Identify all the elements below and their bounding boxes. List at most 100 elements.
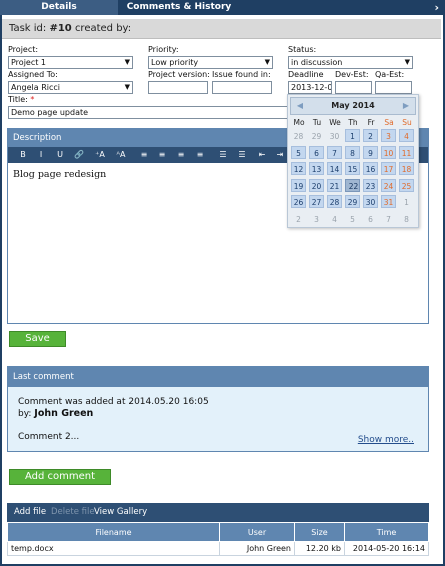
calendar-day[interactable]: 30: [363, 195, 378, 208]
column-header-time[interactable]: Time: [344, 522, 429, 542]
ordered-list-icon[interactable]: ☰: [217, 149, 229, 161]
indent-icon[interactable]: ⇥: [274, 149, 286, 161]
chevron-down-icon: ▼: [264, 58, 270, 66]
delete-file-button[interactable]: Delete file: [51, 503, 95, 522]
calendar-day[interactable]: 3: [309, 212, 324, 225]
calendar-day[interactable]: 10: [381, 145, 396, 159]
calendar-day[interactable]: 23: [363, 178, 378, 192]
calendar-day[interactable]: 5: [345, 212, 360, 225]
dev-est-label: Dev-Est:: [335, 70, 369, 79]
font-size-down-icon[interactable]: ᴬA: [115, 149, 127, 161]
calendar-day[interactable]: 4: [399, 129, 414, 142]
qa-est-field[interactable]: [375, 81, 412, 94]
weekday-label: Sa: [384, 118, 394, 127]
calendar-day[interactable]: 6: [309, 145, 324, 159]
justify-icon[interactable]: ≡: [194, 149, 206, 161]
calendar-day[interactable]: 22: [345, 178, 360, 192]
last-comment-header: Last comment: [8, 367, 428, 387]
title-field[interactable]: Demo page update: [8, 106, 288, 119]
calendar-day[interactable]: 21: [327, 178, 342, 192]
required-marker: *: [30, 95, 35, 104]
calendar-day[interactable]: 29: [309, 129, 324, 142]
comment-author-line: by: John Green: [18, 408, 94, 419]
column-header-filename[interactable]: Filename: [7, 522, 220, 542]
status-select[interactable]: in discussion ▼: [288, 56, 413, 69]
weekday-label: Fr: [367, 118, 375, 127]
calendar-day[interactable]: 5: [291, 145, 306, 159]
calendar-day[interactable]: 25: [399, 178, 414, 192]
tab-comments-history[interactable]: Comments & History: [118, 0, 240, 15]
files-toolbar: Add file Delete file View Gallery: [7, 503, 429, 522]
project-version-field[interactable]: [148, 81, 208, 94]
deadline-field[interactable]: 2013-12-05: [288, 81, 332, 94]
calendar-day[interactable]: 6: [363, 212, 378, 225]
tab-bar: Details Comments & History ›: [0, 0, 445, 15]
add-file-button[interactable]: Add file: [14, 503, 46, 522]
calendar-day[interactable]: 7: [381, 212, 396, 225]
save-button[interactable]: Save: [9, 331, 66, 347]
calendar-day[interactable]: 20: [309, 178, 324, 192]
column-header-user[interactable]: User: [219, 522, 295, 542]
calendar-day[interactable]: 1: [399, 195, 414, 208]
calendar-day[interactable]: 11: [399, 145, 414, 159]
weekday-label: Mo: [293, 118, 305, 127]
calendar-day[interactable]: 12: [291, 162, 306, 175]
calendar-day[interactable]: 30: [327, 129, 342, 142]
calendar-day[interactable]: 9: [363, 145, 378, 159]
calendar-day[interactable]: 27: [309, 195, 324, 208]
calendar-day[interactable]: 16: [363, 162, 378, 175]
calendar-day[interactable]: 19: [291, 178, 306, 192]
file-name-cell[interactable]: temp.docx: [7, 541, 220, 556]
calendar-day[interactable]: 14: [327, 162, 342, 175]
calendar-day[interactable]: 31: [381, 195, 396, 208]
chevron-right-icon[interactable]: ›: [434, 0, 439, 15]
add-comment-button[interactable]: Add comment: [9, 469, 111, 485]
calendar-day[interactable]: 4: [327, 212, 342, 225]
calendar-day[interactable]: 2: [363, 129, 378, 142]
file-time-cell: 2014-05-20 16:14: [344, 541, 429, 556]
title-label: Title: *: [8, 95, 35, 104]
calendar-day[interactable]: 13: [309, 162, 324, 175]
calendar-day[interactable]: 28: [291, 129, 306, 142]
calendar-day[interactable]: 7: [327, 145, 342, 159]
calendar-day[interactable]: 18: [399, 162, 414, 175]
unordered-list-icon[interactable]: ☰: [236, 149, 248, 161]
calendar-day[interactable]: 26: [291, 195, 306, 208]
status-label: Status:: [288, 45, 317, 54]
tab-details[interactable]: Details: [0, 0, 118, 15]
assigned-to-label: Assigned To:: [8, 70, 58, 79]
link-icon[interactable]: 🔗: [73, 149, 85, 161]
font-size-up-icon[interactable]: ⁺A: [94, 149, 106, 161]
issue-found-label: Issue found in:: [212, 70, 271, 79]
align-center-icon[interactable]: ≡: [156, 149, 168, 161]
project-select[interactable]: Project 1 ▼: [8, 56, 133, 69]
issue-found-field[interactable]: [212, 81, 272, 94]
align-right-icon[interactable]: ≡: [175, 149, 187, 161]
priority-select[interactable]: Low priority ▼: [148, 56, 273, 69]
prev-month-icon[interactable]: ◀: [293, 98, 307, 114]
column-header-size[interactable]: Size: [294, 522, 345, 542]
date-picker-title: May 2014: [331, 101, 375, 110]
assigned-to-select[interactable]: Angela Ricci ▼: [8, 81, 133, 94]
calendar-day[interactable]: 8: [345, 145, 360, 159]
calendar-day[interactable]: 24: [381, 178, 396, 192]
table-row[interactable]: temp.docx John Green 12.20 kb 2014-05-20…: [7, 541, 429, 556]
view-gallery-button[interactable]: View Gallery: [94, 503, 147, 522]
underline-icon[interactable]: U: [54, 149, 66, 161]
next-month-icon[interactable]: ▶: [399, 98, 413, 114]
bold-icon[interactable]: B: [17, 149, 29, 161]
calendar-day[interactable]: 8: [399, 212, 414, 225]
outdent-icon[interactable]: ⇤: [256, 149, 268, 161]
calendar-day[interactable]: 3: [381, 129, 396, 142]
dev-est-field[interactable]: [335, 81, 372, 94]
calendar-day[interactable]: 15: [345, 162, 360, 175]
comment-author: John Green: [34, 408, 94, 419]
calendar-day[interactable]: 1: [345, 129, 360, 142]
calendar-day[interactable]: 28: [327, 195, 342, 208]
align-left-icon[interactable]: ≡: [138, 149, 150, 161]
show-more-link[interactable]: Show more..: [358, 435, 414, 445]
calendar-day[interactable]: 17: [381, 162, 396, 175]
calendar-day[interactable]: 2: [291, 212, 306, 225]
italic-icon[interactable]: I: [35, 149, 47, 161]
calendar-day[interactable]: 29: [345, 195, 360, 208]
